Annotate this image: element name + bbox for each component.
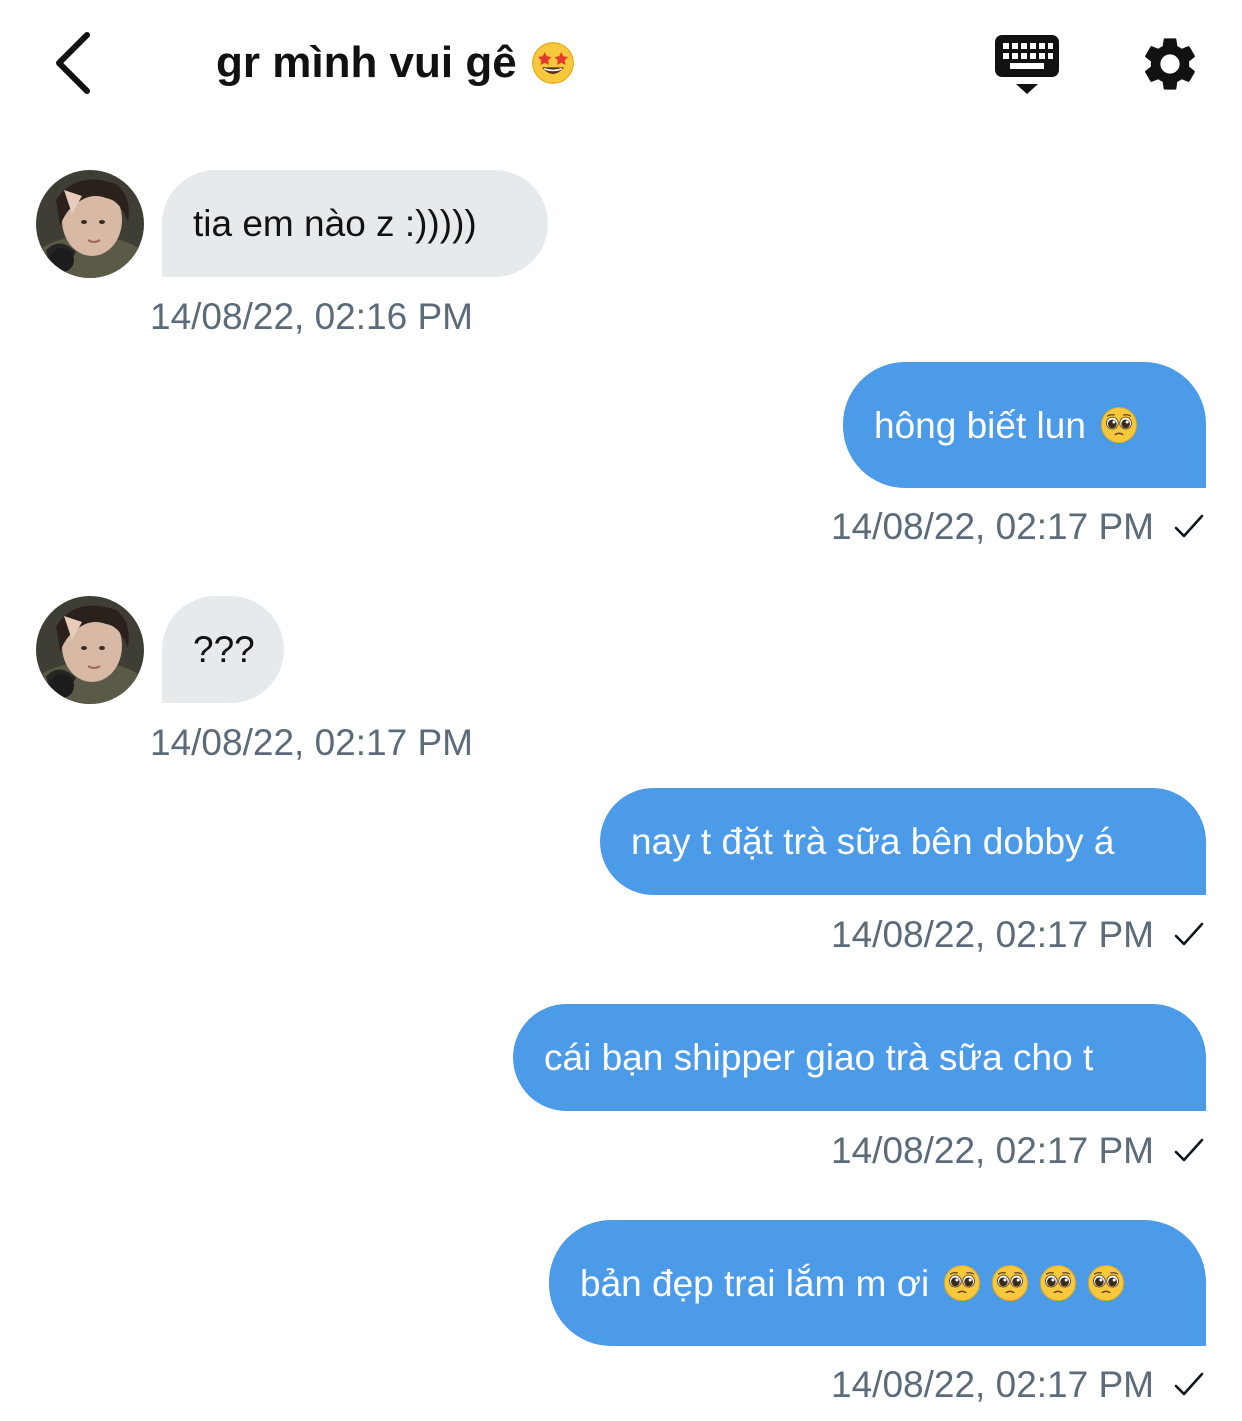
message-timestamp: 14/08/22, 02:17 PM xyxy=(831,1364,1206,1406)
message-bubble-incoming[interactable]: tia em nào z :))))) xyxy=(162,170,548,277)
timestamp-text: 14/08/22, 02:17 PM xyxy=(831,1364,1154,1405)
chat-header: gr mình vui gê xyxy=(0,0,1242,130)
back-button[interactable] xyxy=(36,28,106,98)
sent-check-icon xyxy=(1172,1134,1206,1168)
timestamp-text: 14/08/22, 02:17 PM xyxy=(831,506,1154,547)
pleading-face-emoji-icon xyxy=(943,1264,981,1302)
message-bubble-outgoing[interactable]: hông biết lun xyxy=(843,362,1206,488)
message-text: cái bạn shipper giao trà sữa cho t xyxy=(544,1037,1094,1078)
settings-button[interactable] xyxy=(1138,32,1202,96)
message-bubble-outgoing[interactable]: cái bạn shipper giao trà sữa cho t xyxy=(513,1004,1206,1111)
keyboard-toggle-button[interactable] xyxy=(992,32,1062,98)
sent-check-icon xyxy=(1172,1368,1206,1402)
pleading-face-emoji-icon xyxy=(1087,1264,1125,1302)
chevron-left-icon xyxy=(56,32,90,94)
star-struck-emoji-icon xyxy=(531,41,575,85)
message-timestamp: 14/08/22, 02:17 PM xyxy=(150,722,473,764)
keyboard-icon xyxy=(995,35,1059,94)
timestamp-text: 14/08/22, 02:16 PM xyxy=(150,296,473,337)
gear-icon xyxy=(1145,38,1195,90)
message-text: nay t đặt trà sữa bên dobby á xyxy=(631,821,1115,862)
message-text: ??? xyxy=(193,629,255,670)
sent-check-icon xyxy=(1172,918,1206,952)
message-text: tia em nào z :))))) xyxy=(193,203,477,244)
message-text: hông biết lun xyxy=(874,404,1086,446)
conversation-title[interactable]: gr mình vui gê xyxy=(216,38,575,88)
avatar[interactable] xyxy=(36,596,144,704)
message-timestamp: 14/08/22, 02:17 PM xyxy=(831,914,1206,956)
pleading-face-emoji-icon xyxy=(1100,406,1138,444)
message-timestamp: 14/08/22, 02:16 PM xyxy=(150,296,473,338)
message-bubble-outgoing[interactable]: nay t đặt trà sữa bên dobby á xyxy=(600,788,1206,895)
message-bubble-outgoing[interactable]: bản đẹp trai lắm m ơi xyxy=(549,1220,1206,1346)
timestamp-text: 14/08/22, 02:17 PM xyxy=(831,1130,1154,1171)
message-timestamp: 14/08/22, 02:17 PM xyxy=(831,506,1206,548)
conversation-title-text: gr mình vui gê xyxy=(216,38,517,87)
avatar-photo xyxy=(36,170,144,278)
message-timestamp: 14/08/22, 02:17 PM xyxy=(831,1130,1206,1172)
timestamp-text: 14/08/22, 02:17 PM xyxy=(150,722,473,763)
timestamp-text: 14/08/22, 02:17 PM xyxy=(831,914,1154,955)
avatar-photo xyxy=(36,596,144,704)
message-bubble-incoming[interactable]: ??? xyxy=(162,596,284,703)
pleading-face-emoji-icon xyxy=(991,1264,1029,1302)
pleading-face-emoji-icon xyxy=(1039,1264,1077,1302)
avatar[interactable] xyxy=(36,170,144,278)
message-text: bản đẹp trai lắm m ơi xyxy=(580,1262,930,1304)
sent-check-icon xyxy=(1172,510,1206,544)
